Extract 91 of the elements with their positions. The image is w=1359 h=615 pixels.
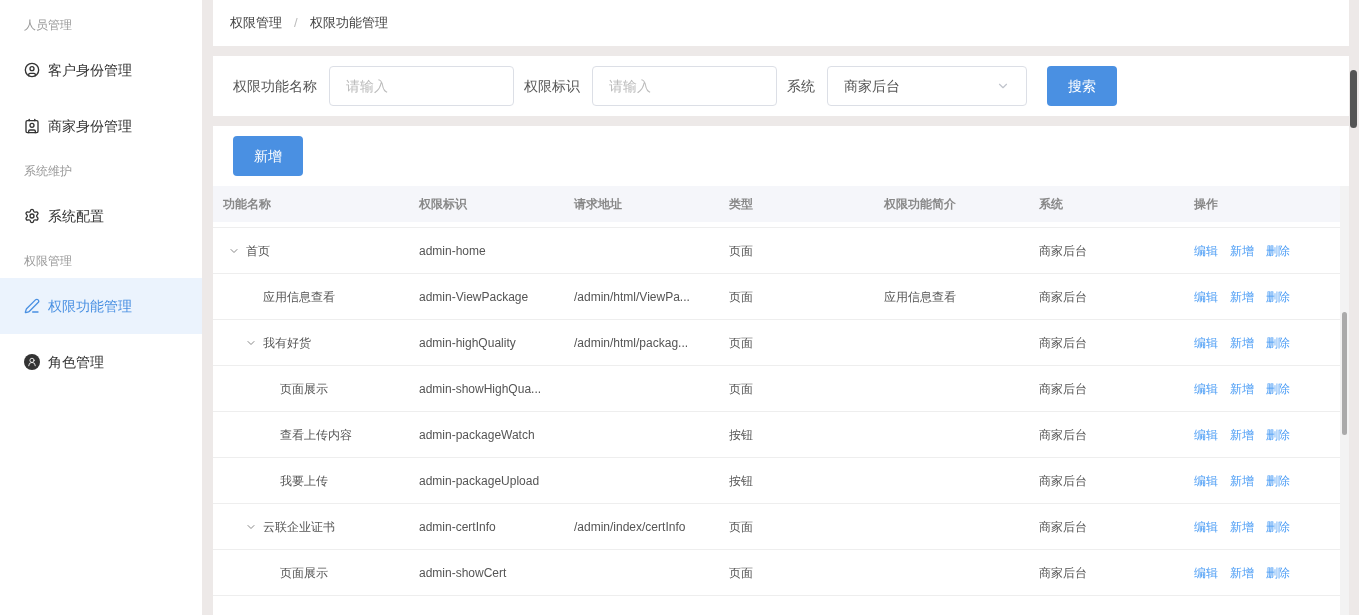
- user-badge-icon: [24, 354, 40, 370]
- sidebar-item[interactable]: 客户身份管理: [0, 42, 202, 98]
- breadcrumb-item[interactable]: 权限功能管理: [309, 13, 388, 33]
- table-cell: admin-home: [419, 243, 486, 258]
- table-cell: admin-highQuality: [419, 335, 516, 350]
- table-cell: 商家后台: [1039, 243, 1087, 258]
- action-link[interactable]: 删除: [1266, 471, 1290, 490]
- table-cell: admin-packageUpload: [419, 473, 540, 488]
- action-link[interactable]: 删除: [1266, 425, 1290, 444]
- table-cell: 商家后台: [1039, 289, 1087, 304]
- table-cell: 商家后台: [1039, 519, 1087, 534]
- table-cell: /admin/html/packag...: [574, 335, 689, 350]
- action-link[interactable]: 新增: [1230, 241, 1254, 260]
- add-button[interactable]: 新增: [233, 136, 303, 176]
- action-link[interactable]: 编辑: [1194, 287, 1218, 306]
- action-link[interactable]: 编辑: [1194, 425, 1218, 444]
- sidebar-group-title: 系统维护: [23, 163, 73, 180]
- sidebar-group-title: 人员管理: [23, 17, 73, 34]
- table-cell: /admin/html/ViewPa...: [574, 289, 690, 304]
- table-cell: 按钮: [729, 473, 753, 488]
- action-link[interactable]: 新增: [1230, 379, 1254, 398]
- action-link[interactable]: 新增: [1230, 425, 1254, 444]
- table-cell: 页面: [729, 519, 753, 534]
- column-header: 系统: [1039, 197, 1063, 211]
- pen-icon: [24, 298, 40, 314]
- text-field[interactable]: 请输入: [592, 66, 777, 106]
- search-button[interactable]: 搜索: [1047, 66, 1117, 106]
- table-cell: 页面: [729, 565, 753, 580]
- table-cell: 按钮: [729, 427, 753, 442]
- action-link[interactable]: 新增: [1230, 517, 1254, 536]
- table-cell-text: 我要上传: [280, 472, 328, 490]
- action-link[interactable]: 新增: [1230, 333, 1254, 352]
- action-link[interactable]: 新增: [1230, 471, 1254, 490]
- action-link[interactable]: 编辑: [1194, 471, 1218, 490]
- action-link[interactable]: 新增: [1230, 287, 1254, 306]
- table-cell: 页面: [729, 289, 753, 304]
- table-cell: 页面: [729, 243, 753, 258]
- breadcrumb-separator: /: [294, 14, 298, 33]
- action-link[interactable]: 删除: [1266, 379, 1290, 398]
- sidebar-item[interactable]: 角色管理: [0, 334, 202, 390]
- action-link[interactable]: 删除: [1266, 287, 1290, 306]
- table-cell: 商家后台: [1039, 427, 1087, 442]
- action-link[interactable]: 编辑: [1194, 563, 1218, 582]
- table-cell-text: 查看上传内容: [280, 426, 352, 444]
- action-link[interactable]: 编辑: [1194, 333, 1218, 352]
- table-cell: admin-showCert: [419, 565, 507, 580]
- column-header: 操作: [1194, 197, 1218, 211]
- breadcrumb-item[interactable]: 权限管理: [230, 13, 282, 33]
- table-cell: 商家后台: [1039, 335, 1087, 350]
- table-cell: /admin/index/certInfo: [574, 519, 686, 534]
- action-link[interactable]: 删除: [1266, 333, 1290, 352]
- table-cell: 商家后台: [1039, 473, 1087, 488]
- column-header: 请求地址: [574, 197, 622, 211]
- column-header: 功能名称: [223, 197, 271, 211]
- action-link[interactable]: 删除: [1266, 563, 1290, 582]
- action-link[interactable]: 编辑: [1194, 379, 1218, 398]
- sidebar-group-title: 权限管理: [23, 253, 73, 270]
- action-link[interactable]: 删除: [1266, 241, 1290, 260]
- table-cell: admin-certInfo: [419, 519, 496, 534]
- table-cell-text: 页面展示: [280, 564, 328, 582]
- filter-label: 权限标识: [524, 76, 580, 96]
- column-header: 权限标识: [419, 197, 467, 211]
- table-cell-text: 首页: [246, 242, 270, 260]
- table-cell: 应用信息查看: [884, 289, 956, 304]
- action-link[interactable]: 编辑: [1194, 517, 1218, 536]
- table-cell: 页面: [729, 381, 753, 396]
- sidebar-item[interactable]: 商家身份管理: [0, 98, 202, 154]
- table-cell-text: 页面展示: [280, 380, 328, 398]
- settings-icon: [24, 208, 40, 224]
- sidebar-item[interactable]: 系统配置: [0, 188, 202, 244]
- column-header: 权限功能简介: [884, 197, 956, 211]
- table-cell-text: 我有好货: [263, 334, 311, 352]
- action-link[interactable]: 删除: [1266, 517, 1290, 536]
- system-select[interactable]: 商家后台: [827, 66, 1027, 106]
- table-cell: admin-showHighQua...: [419, 381, 542, 396]
- user-circle-icon: [24, 62, 40, 78]
- table-cell: 页面: [729, 335, 753, 350]
- table-cell: 商家后台: [1039, 565, 1087, 580]
- text-field[interactable]: 请输入: [329, 66, 514, 106]
- action-link[interactable]: 编辑: [1194, 241, 1218, 260]
- contact-card-icon: [24, 118, 40, 134]
- filter-label: 系统: [787, 76, 815, 96]
- sidebar-item[interactable]: 权限功能管理: [0, 278, 202, 334]
- table-cell-text: 应用信息查看: [263, 288, 335, 306]
- filter-label: 权限功能名称: [233, 76, 317, 96]
- action-link[interactable]: 新增: [1230, 563, 1254, 582]
- table-cell: admin-ViewPackage: [419, 289, 529, 304]
- column-header: 类型: [729, 197, 753, 211]
- table-cell-text: 云联企业证书: [263, 518, 335, 536]
- table-cell: admin-packageWatch: [419, 427, 535, 442]
- table-cell: 商家后台: [1039, 381, 1087, 396]
